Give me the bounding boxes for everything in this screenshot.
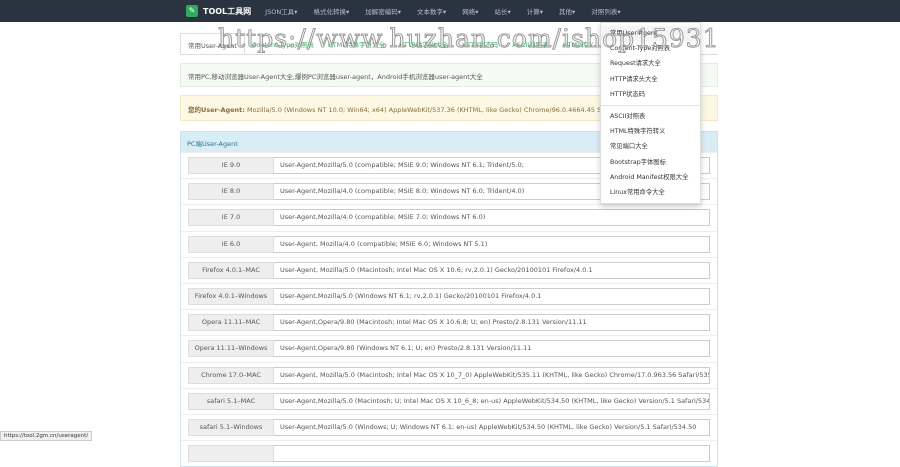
browser-label: IE 8.0 [188, 183, 274, 201]
ua-row [181, 440, 717, 466]
menu-item[interactable]: Linux常用命令大全 [601, 185, 700, 200]
ua-row: Firefox 4.0.1–MAC User-Agent, Mozilla/5.0… [181, 256, 717, 283]
nav-webmaster[interactable]: 站长▾ [495, 6, 511, 16]
menu-item[interactable]: Content-Type对照表 [601, 41, 700, 56]
wrench-icon: ✎ [186, 5, 198, 17]
ua-row: Opera 11.11–Windows User-Agent,Opera/9.80… [181, 335, 717, 361]
nav-format[interactable]: 格式化转换▾ [313, 6, 349, 16]
nav-json[interactable]: JSON工具▾ [265, 6, 297, 16]
reference-dropdown-menu: 常用User-Agent Content-Type对照表 Request请求大全… [600, 22, 701, 205]
ua-input[interactable]: User-Agent,Mozilla/5.0 (Macintosh; U; In… [274, 392, 710, 410]
menu-item[interactable]: 常见端口大全 [601, 139, 700, 154]
site-logo[interactable]: ✎ TOOL工具网 [186, 5, 251, 17]
tab-html-escape[interactable]: HTML转义 [556, 33, 601, 54]
menu-item[interactable]: HTML特殊字符转义 [601, 124, 700, 139]
tab-ascii[interactable]: ASCII对照表 [505, 33, 555, 54]
top-navbar: ✎ TOOL工具网 JSON工具▾ 格式化转换▾ 加解密编码▾ 文本数字▾ 网络▾… [0, 0, 900, 22]
ua-input[interactable]: User-Agent,Opera/9.80 (Windows NT 6.1; U… [274, 340, 710, 358]
browser-label [188, 445, 274, 463]
menu-item[interactable]: ASCII对照表 [601, 109, 700, 124]
browser-label: Opera 11.11–Windows [188, 340, 274, 358]
browser-label: IE 6.0 [188, 235, 274, 253]
menu-item[interactable]: Request请求大全 [601, 56, 700, 71]
menu-item[interactable]: Bootstrap字体图标 [601, 155, 700, 170]
ua-input[interactable]: User-Agent,Mozilla/4.0 (compatible; MSIE… [274, 209, 710, 227]
browser-label: Firefox 4.0.1–Windows [188, 288, 274, 306]
tab-html-chars[interactable]: HTML特殊字符大全 [321, 33, 392, 54]
browser-label: safari 5.1–Windows [188, 418, 274, 436]
browser-label: IE 7.0 [188, 209, 274, 227]
ua-row: IE 7.0 User-Agent,Mozilla/4.0 (compatible… [181, 204, 717, 230]
ua-input[interactable] [274, 445, 710, 463]
ua-row: Opera 11.11–MAC User-Agent,Opera/9.80 (Ma… [181, 309, 717, 335]
status-bar-url: https://tool.2gm.cn/useragent/ [0, 431, 93, 441]
ua-row: Chrome 17.0–MAC User-Agent, Mozilla/5.0 (… [181, 361, 717, 388]
menu-item[interactable]: Android Manifest权限大全 [601, 170, 700, 185]
tab-http-status[interactable]: HTTP状态码 [455, 33, 505, 54]
tab-http-headers[interactable]: HTTP请求头大全 [392, 33, 455, 54]
ua-input[interactable]: User-Agent, Mozilla/5.0 (Macintosh; Inte… [274, 366, 710, 384]
menu-divider [601, 104, 700, 106]
ua-row: safari 5.1–MAC User-Agent,Mozilla/5.0 (Ma… [181, 387, 717, 414]
browser-label: IE 9.0 [188, 157, 274, 175]
ua-row: IE 6.0 User-Agent, Mozilla/4.0 (compatibl… [181, 230, 717, 257]
nav-reference[interactable]: 对照列表▾ [591, 6, 620, 16]
browser-label: Opera 11.11–MAC [188, 314, 274, 332]
ua-row: safari 5.1–Windows User-Agent,Mozilla/5.0… [181, 413, 717, 440]
nav-network[interactable]: 网络▾ [462, 6, 478, 16]
menu-item[interactable]: 常用User-Agent [601, 26, 700, 42]
ua-input[interactable]: User-Agent,Opera/9.80 (Macintosh; Intel … [274, 314, 710, 332]
ua-row: Firefox 4.0.1–Windows User-Agent,Mozilla/… [181, 282, 717, 309]
tab-user-agent[interactable]: 常用User-Agent [180, 33, 245, 54]
nav-text[interactable]: 文本数字▾ [417, 6, 446, 16]
ua-input[interactable]: User-Agent, Mozilla/4.0 (compatible; MSI… [274, 235, 710, 253]
ua-input[interactable]: User-Agent,Mozilla/5.0 (Windows NT 6.1; … [274, 288, 710, 306]
nav-encrypt[interactable]: 加解密编码▾ [365, 6, 401, 16]
tab-content-type[interactable]: Content-Type对照表 [245, 33, 321, 54]
nav-calc[interactable]: 计算▾ [527, 6, 543, 16]
menu-item[interactable]: HTTP请求头大全 [601, 72, 700, 87]
nav-other[interactable]: 其他▾ [559, 6, 575, 16]
browser-label: Chrome 17.0–MAC [188, 366, 274, 384]
browser-label: Firefox 4.0.1–MAC [188, 261, 274, 279]
ua-input[interactable]: User-Agent,Mozilla/5.0 (Windows; U; Wind… [274, 418, 710, 436]
browser-label: safari 5.1–MAC [188, 392, 274, 410]
menu-item[interactable]: HTTP状态码 [601, 87, 700, 102]
my-user-agent-value: Mozilla/5.0 (Windows NT 10.0; Win64; x64… [246, 106, 641, 114]
ua-input[interactable]: User-Agent, Mozilla/5.0 (Macintosh; Inte… [274, 261, 710, 279]
